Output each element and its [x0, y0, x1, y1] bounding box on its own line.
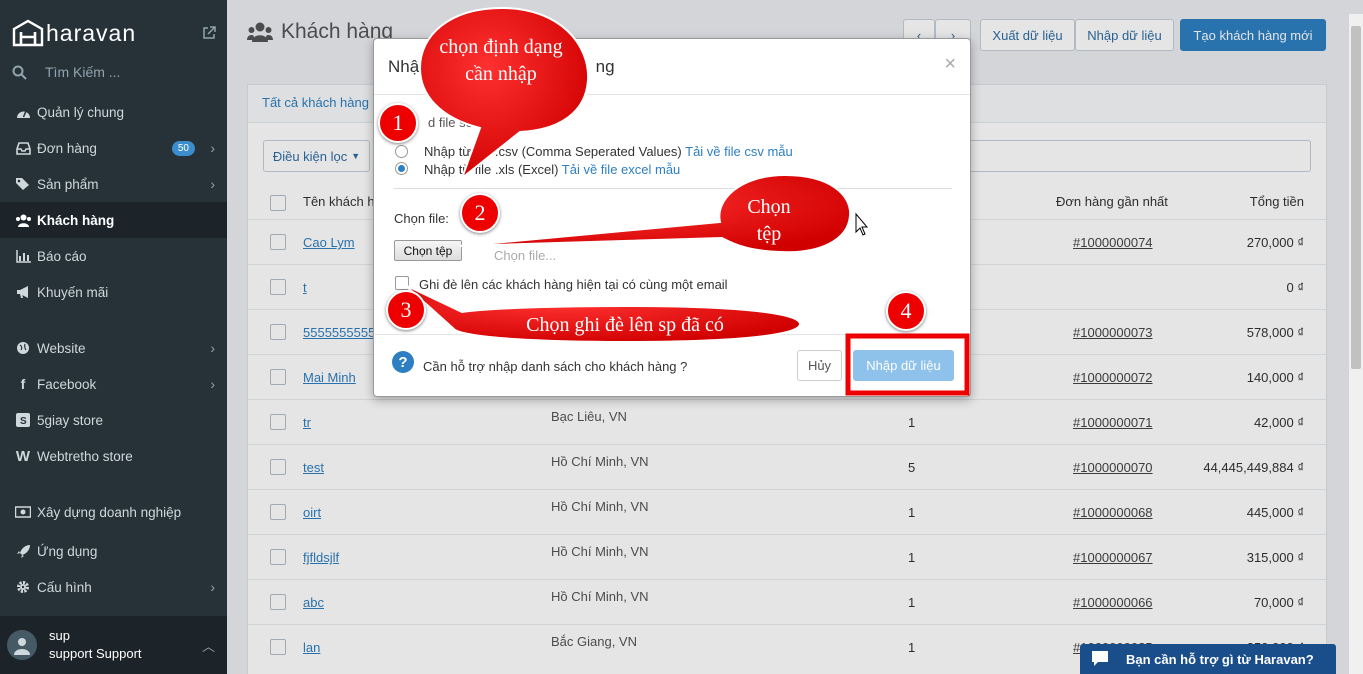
step-1-marker: 1	[378, 103, 418, 143]
highlight-box	[845, 333, 970, 396]
callout-2-text: Chọn tệp	[747, 196, 791, 245]
step-3-marker: 3	[386, 290, 426, 330]
support-chat-button[interactable]: Bạn cần hỗ trợ gì từ Haravan?	[1080, 644, 1336, 674]
callout-1-text: chọn định dạng cần nhập	[439, 36, 563, 85]
chat-label: Bạn cần hỗ trợ gì từ Haravan?	[1126, 651, 1314, 667]
step-2-marker: 2	[460, 193, 500, 233]
step-4-marker: 4	[886, 291, 926, 331]
mouse-cursor-icon	[855, 212, 869, 236]
callout-3-text: Chọn ghi đè lên sp đã có	[526, 314, 724, 336]
scrollbar-thumb[interactable]	[1351, 26, 1361, 369]
chat-bubble-icon	[1092, 651, 1108, 666]
page-scrollbar[interactable]	[1349, 14, 1363, 674]
